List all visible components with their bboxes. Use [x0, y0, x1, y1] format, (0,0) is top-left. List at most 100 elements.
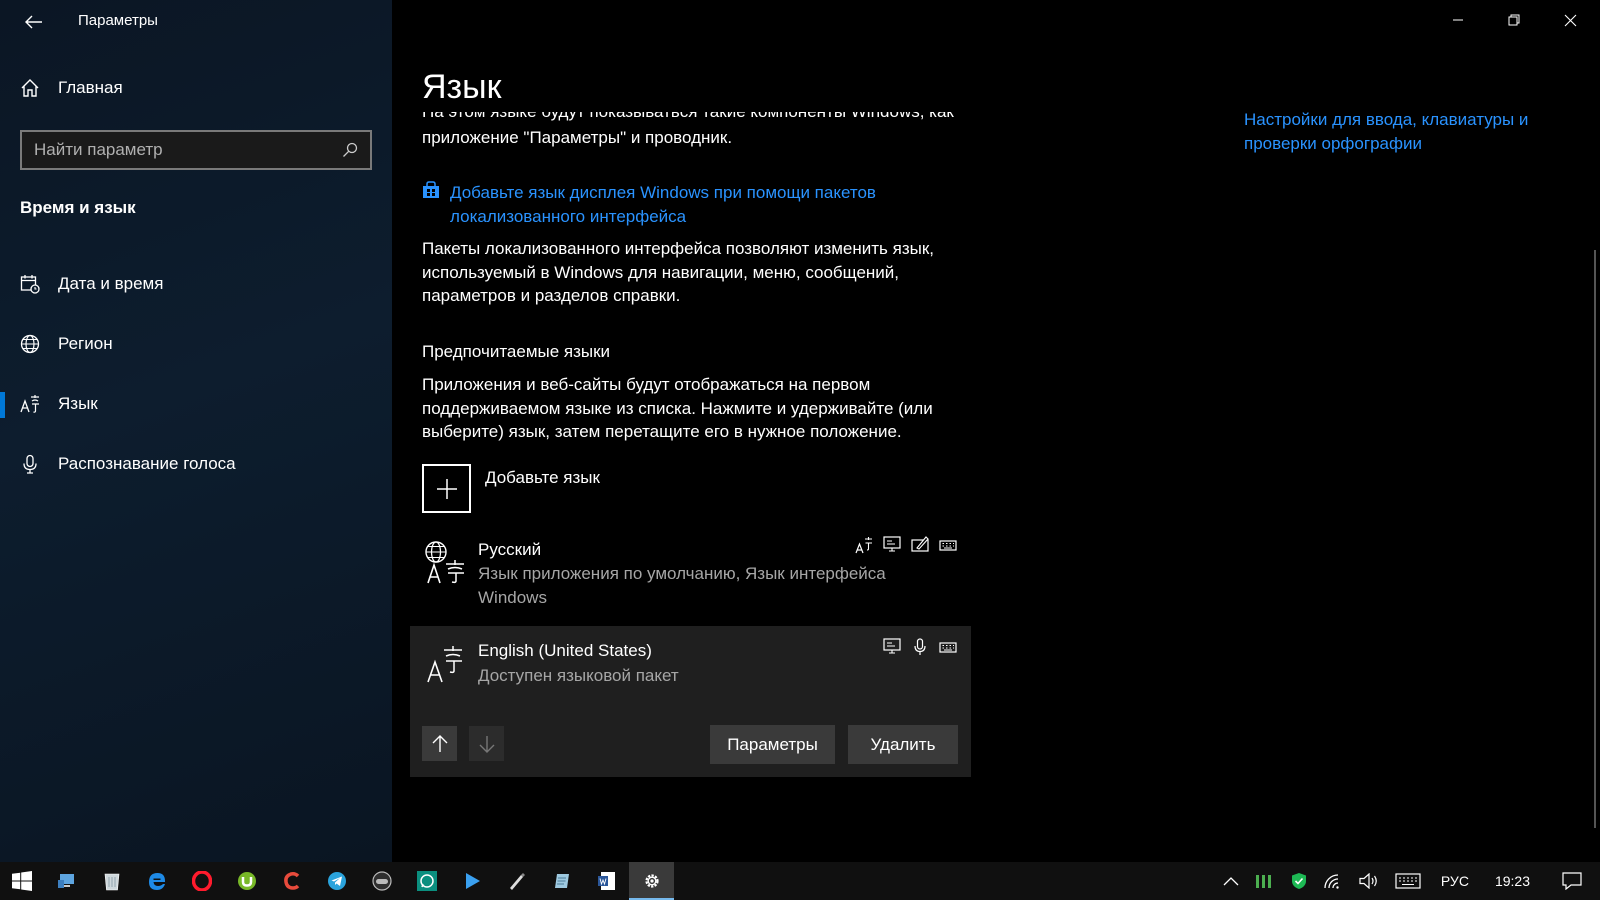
language-pack-link-label[interactable]: Добавьте язык дисплея Windows при помощи… — [450, 181, 920, 229]
sidebar-item-home[interactable]: Главная — [20, 78, 123, 98]
options-button[interactable]: Параметры — [710, 725, 835, 764]
telegram-icon — [327, 872, 346, 890]
taskbar-app-recycle-bin[interactable] — [89, 862, 134, 900]
arrow-down-icon — [479, 735, 494, 753]
computer-icon — [57, 874, 74, 888]
handwriting-icon — [911, 536, 929, 554]
display-language-icon — [855, 536, 873, 554]
title-mask — [392, 0, 1192, 112]
sidebar-nav: Дата и время Регион Язык Распознавание г… — [0, 254, 392, 494]
language-features — [855, 536, 957, 554]
language-item-russian[interactable]: Русский Язык приложения по умолчанию, Яз… — [410, 530, 971, 620]
play-icon — [465, 873, 480, 889]
word-document-icon — [597, 872, 615, 890]
language-item-english[interactable]: English (United States) Доступен языково… — [410, 626, 971, 777]
sidebar-item-label: Главная — [58, 78, 123, 97]
move-up-button[interactable] — [422, 726, 457, 761]
taskbar-app-opera[interactable] — [179, 862, 224, 900]
back-arrow-icon — [25, 15, 42, 29]
tray-antivirus[interactable] — [1283, 862, 1315, 900]
system-tray: РУС 19:23 — [1215, 862, 1600, 900]
pen-icon — [509, 873, 525, 890]
gear-icon — [644, 874, 659, 888]
close-icon — [1564, 14, 1576, 26]
taskbar-app-utorrent[interactable] — [224, 862, 269, 900]
language-name: Русский — [478, 540, 542, 559]
cut-text-line2: приложение "Параметры" и проводник. — [422, 128, 733, 147]
section-title: Время и язык — [20, 198, 136, 217]
show-hidden-icons-button[interactable] — [1215, 862, 1247, 900]
green-bars-icon — [1255, 875, 1271, 888]
keyboard-icon — [939, 536, 957, 554]
tray-volume[interactable] — [1351, 862, 1387, 900]
language-description: Доступен языковой пакет — [478, 666, 679, 685]
taskbar-app-media-player[interactable] — [449, 862, 494, 900]
speaker-icon — [1359, 873, 1377, 889]
tray-battery-indicator[interactable] — [1247, 862, 1283, 900]
globe-icon — [20, 334, 40, 354]
taskbar-app-ccleaner[interactable] — [269, 862, 314, 900]
sidebar-item-label: Регион — [58, 334, 113, 353]
whatsapp-icon — [416, 871, 437, 891]
chevron-up-icon — [1223, 877, 1239, 886]
taskbar-app-notes[interactable] — [539, 862, 584, 900]
add-language-label: Добавьте язык — [485, 468, 600, 487]
taskbar-app-whatsapp[interactable] — [404, 862, 449, 900]
scrollbar[interactable] — [1594, 250, 1596, 828]
taskbar-app-word[interactable] — [584, 862, 629, 900]
taskbar-app-game-controller[interactable] — [359, 862, 404, 900]
preferred-languages-description: Приложения и веб-сайты будут отображатьс… — [422, 375, 933, 441]
notification-icon — [1562, 872, 1582, 890]
search-box[interactable] — [20, 130, 372, 170]
windows-logo-icon — [12, 871, 32, 891]
tray-action-center[interactable] — [1544, 862, 1600, 900]
speech-recognition-icon — [911, 638, 929, 656]
start-button[interactable] — [0, 862, 44, 900]
taskbar-app-edge[interactable] — [134, 862, 179, 900]
input-keyboard-spelling-link[interactable]: Настройки для ввода, клавиатуры и провер… — [1244, 108, 1554, 156]
tray-network[interactable] — [1315, 862, 1351, 900]
restore-icon — [1508, 14, 1520, 26]
sidebar-item-date-time[interactable]: Дата и время — [0, 254, 392, 314]
remove-button[interactable]: Удалить — [848, 725, 958, 764]
home-icon — [21, 79, 39, 97]
taskbar-app-computer[interactable] — [44, 862, 89, 900]
plus-icon — [422, 464, 471, 513]
language-globe-icon — [424, 540, 466, 584]
language-icon — [20, 394, 40, 414]
restore-button[interactable] — [1486, 0, 1542, 40]
search-input[interactable] — [34, 140, 342, 160]
language-name: English (United States) — [478, 641, 652, 660]
store-bag-icon — [423, 181, 439, 198]
preferred-languages-heading: Предпочитаемые языки — [422, 342, 611, 361]
taskbar-app-settings[interactable] — [629, 862, 674, 900]
language-pack-description: Пакеты локализованного интерфейса позвол… — [422, 239, 935, 305]
taskbar-app-telegram[interactable] — [314, 862, 359, 900]
tray-input-language[interactable]: РУС — [1429, 862, 1481, 900]
move-down-button[interactable] — [469, 726, 504, 761]
close-button[interactable] — [1542, 0, 1598, 40]
language-description: Язык приложения по умолчанию, Язык интер… — [478, 564, 886, 607]
minimize-icon — [1453, 19, 1463, 21]
minimize-button[interactable] — [1430, 0, 1486, 40]
sidebar-item-label: Язык — [58, 394, 98, 413]
app-title: Параметры — [78, 12, 158, 29]
language-pack-link[interactable]: Добавьте язык дисплея Windows при помощи… — [422, 181, 920, 229]
sidebar-item-region[interactable]: Регион — [0, 314, 392, 374]
tray-clock[interactable]: 19:23 — [1481, 862, 1544, 900]
shield-check-icon — [1291, 873, 1306, 889]
sidebar: Параметры Главная Время и язык Дата и вр… — [0, 0, 392, 862]
sidebar-item-speech[interactable]: Распознавание голоса — [0, 434, 392, 494]
arrow-up-icon — [432, 734, 447, 752]
keyboard-icon — [939, 638, 957, 656]
gamepad-icon — [371, 871, 392, 891]
sidebar-item-label: Дата и время — [58, 274, 164, 293]
search-icon[interactable] — [342, 142, 358, 158]
add-language-button[interactable]: Добавьте язык — [422, 464, 600, 513]
taskbar-app-pen[interactable] — [494, 862, 539, 900]
sidebar-item-label: Распознавание голоса — [58, 454, 236, 473]
sidebar-item-language[interactable]: Язык — [0, 374, 392, 434]
tray-touch-keyboard[interactable] — [1387, 862, 1429, 900]
back-button[interactable] — [14, 6, 54, 38]
language-icon — [424, 644, 466, 688]
